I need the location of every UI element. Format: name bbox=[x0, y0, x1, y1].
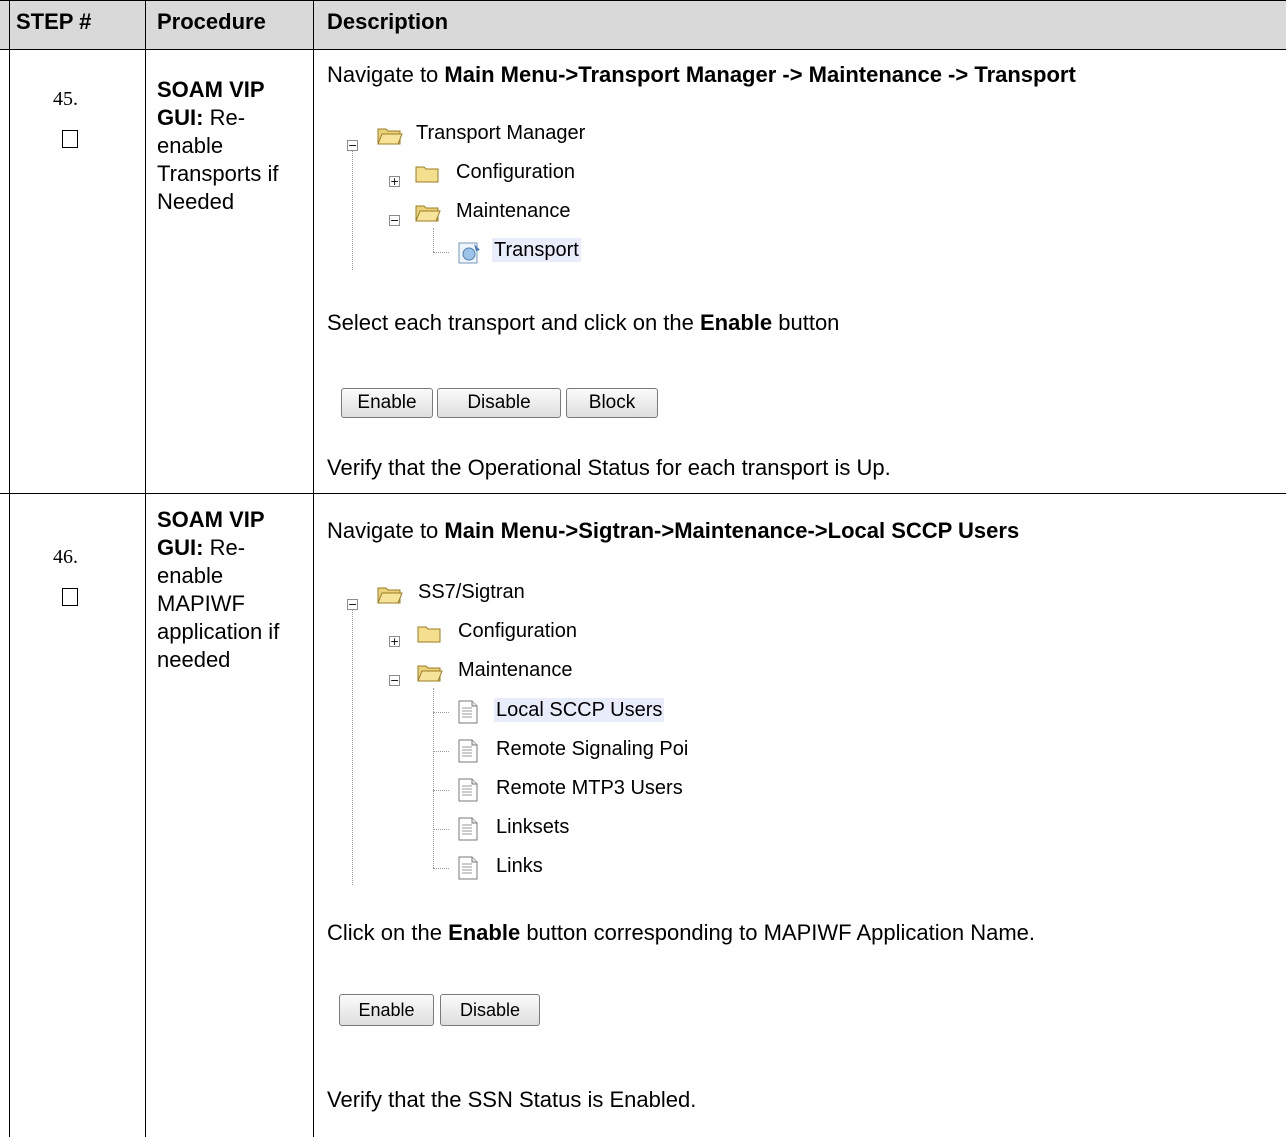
procedure-cell: SOAM VIP GUI: Re-enable MAPIWF applicati… bbox=[157, 506, 297, 674]
table-top-border bbox=[0, 0, 1286, 1]
block-button[interactable]: Block bbox=[566, 388, 658, 418]
collapse-icon[interactable]: − bbox=[389, 675, 400, 686]
procedure-cell: SOAM VIP GUI: Re-enable Transports if Ne… bbox=[157, 76, 297, 216]
tree-leaf-remote-signaling-points[interactable]: Remote Signaling Poi bbox=[496, 738, 688, 761]
tree-guide bbox=[433, 688, 434, 868]
click-prefix: Click on the bbox=[327, 920, 449, 945]
navigate-path: Main Menu->Transport Manager -> Maintena… bbox=[444, 62, 1076, 87]
row-divider bbox=[0, 493, 1286, 494]
select-prefix: Select each transport and click on the bbox=[327, 310, 700, 335]
navigate-prefix: Navigate to bbox=[327, 518, 445, 543]
step-checkbox[interactable] bbox=[62, 130, 78, 148]
column-divider-step bbox=[145, 0, 146, 1137]
select-bold: Enable bbox=[700, 310, 773, 335]
folder-open-icon bbox=[414, 201, 442, 225]
collapse-icon[interactable]: − bbox=[389, 215, 400, 226]
folder-open-icon bbox=[416, 661, 444, 685]
transport-icon bbox=[456, 240, 484, 266]
tree-leaf-label: Transport bbox=[492, 238, 581, 262]
disable-button[interactable]: Disable bbox=[437, 388, 561, 418]
folder-closed-icon bbox=[414, 162, 442, 186]
step-number: 45. bbox=[53, 88, 78, 110]
verify-text: Verify that the Operational Status for e… bbox=[327, 455, 891, 480]
navigate-prefix: Navigate to bbox=[327, 62, 445, 87]
page-icon bbox=[457, 738, 479, 764]
navigate-instruction: Navigate to Main Menu->Transport Manager… bbox=[327, 62, 1076, 88]
header-divider bbox=[0, 49, 1286, 50]
tree-guide bbox=[433, 790, 449, 791]
tree-maintenance[interactable]: Maintenance bbox=[458, 659, 573, 682]
header-description: Description bbox=[327, 9, 449, 34]
tree-guide bbox=[433, 228, 434, 252]
tree-leaf-linksets[interactable]: Linksets bbox=[496, 816, 569, 839]
tree-leaf-transport[interactable]: Transport bbox=[492, 238, 581, 262]
select-instruction: Select each transport and click on the E… bbox=[327, 310, 839, 336]
verify-text: Verify that the SSN Status is Enabled. bbox=[327, 1087, 697, 1112]
tree-leaf-local-sccp-users[interactable]: Local SCCP Users bbox=[494, 698, 665, 722]
enable-button[interactable]: Enable bbox=[341, 388, 433, 418]
header-step: STEP # bbox=[16, 9, 92, 34]
page-icon bbox=[457, 855, 479, 881]
page-icon bbox=[457, 699, 479, 725]
tree-guide bbox=[433, 252, 449, 253]
disable-button[interactable]: Disable bbox=[440, 994, 540, 1026]
tree-guide bbox=[433, 868, 449, 869]
tree-maintenance[interactable]: Maintenance bbox=[456, 200, 571, 223]
folder-open-icon bbox=[376, 124, 404, 148]
page-icon bbox=[457, 816, 479, 842]
tree-root[interactable]: SS7/Sigtran bbox=[418, 581, 525, 604]
tree-configuration[interactable]: Configuration bbox=[456, 161, 575, 184]
tree-guide bbox=[433, 751, 449, 752]
folder-open-icon bbox=[376, 583, 404, 607]
click-instruction: Click on the Enable button corresponding… bbox=[327, 920, 1035, 946]
tree-leaf-remote-mtp3-users[interactable]: Remote MTP3 Users bbox=[496, 777, 683, 800]
step-number: 46. bbox=[53, 546, 78, 568]
tree-guide bbox=[433, 829, 449, 830]
expand-icon[interactable]: + bbox=[389, 176, 400, 187]
navigate-instruction: Navigate to Main Menu->Sigtran->Maintena… bbox=[327, 518, 1019, 544]
tree-root[interactable]: Transport Manager bbox=[416, 122, 585, 145]
collapse-icon[interactable]: − bbox=[347, 599, 358, 610]
tree-configuration[interactable]: Configuration bbox=[458, 620, 577, 643]
header-procedure: Procedure bbox=[157, 9, 266, 34]
click-bold: Enable bbox=[448, 920, 521, 945]
navigate-path: Main Menu->Sigtran->Maintenance->Local S… bbox=[444, 518, 1020, 543]
tree-leaf-label: Local SCCP Users bbox=[494, 698, 665, 722]
enable-button[interactable]: Enable bbox=[339, 994, 434, 1026]
tree-leaf-links[interactable]: Links bbox=[496, 855, 543, 878]
tree-guide bbox=[352, 610, 353, 885]
table-left-border bbox=[9, 0, 10, 1137]
tree-guide bbox=[352, 150, 353, 270]
column-divider-procedure bbox=[313, 0, 314, 1137]
tree-guide bbox=[433, 712, 449, 713]
select-suffix: button bbox=[772, 310, 840, 335]
click-suffix: button corresponding to MAPIWF Applicati… bbox=[520, 920, 1036, 945]
folder-closed-icon bbox=[416, 622, 444, 646]
expand-icon[interactable]: + bbox=[389, 636, 400, 647]
collapse-icon[interactable]: − bbox=[347, 140, 358, 151]
page-icon bbox=[457, 777, 479, 803]
step-checkbox[interactable] bbox=[62, 588, 78, 606]
